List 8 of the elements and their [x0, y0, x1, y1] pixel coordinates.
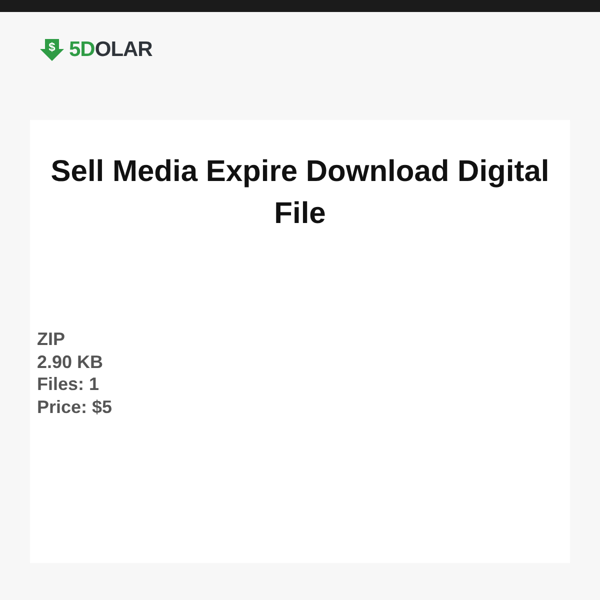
product-title: Sell Media Expire Download Digital File	[50, 154, 550, 232]
file-detail: 2.90 KB	[37, 350, 104, 373]
dollar-badge-icon: $	[40, 39, 64, 61]
logo-wordmark: 5DOLAR	[69, 38, 152, 62]
file-detail: ZIP	[37, 328, 66, 350]
file-detail: Files: 1	[37, 373, 100, 396]
file-detail: Price: $5	[37, 396, 112, 418]
site-logo[interactable]: $ 5DOLAR	[40, 38, 152, 62]
